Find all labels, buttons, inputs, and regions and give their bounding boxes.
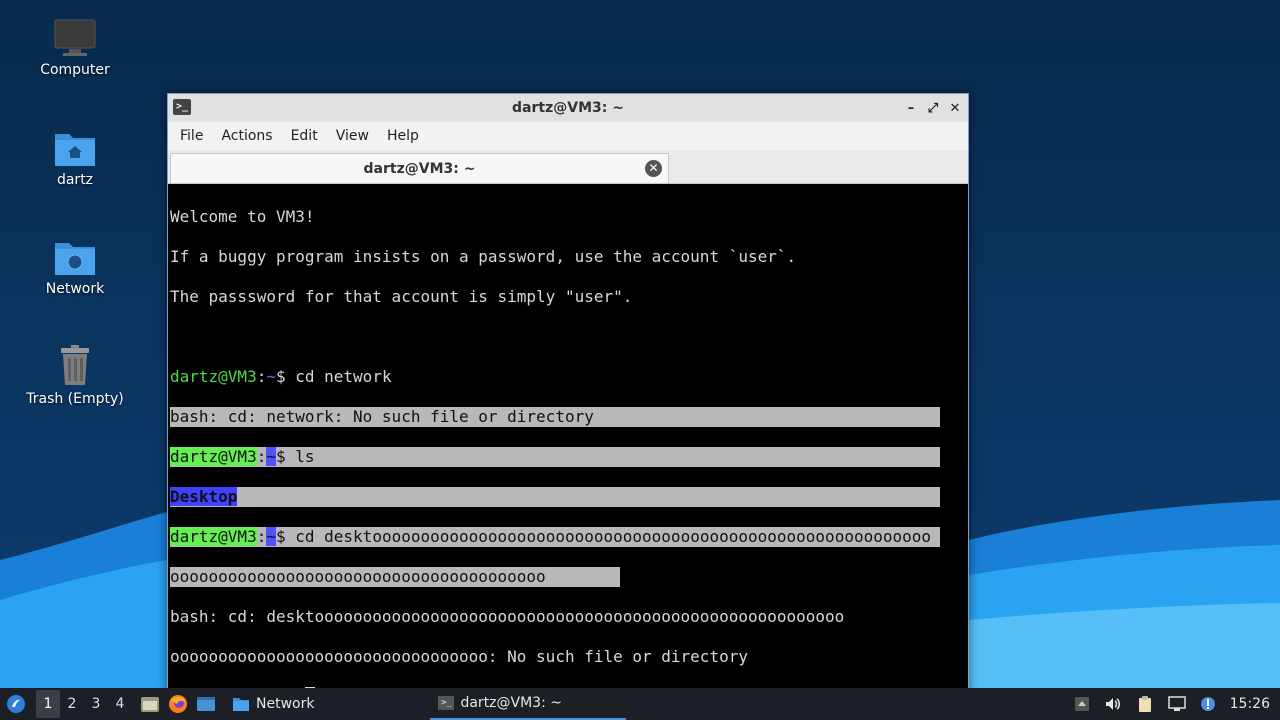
tab-bar: dartz@VM3: ~ ✕	[168, 150, 968, 184]
desktop-icon-label: Trash (Empty)	[26, 391, 124, 407]
show-desktop-icon[interactable]	[196, 695, 216, 713]
menu-view[interactable]: View	[328, 128, 377, 144]
window-controls: – ⤢ ✕	[904, 94, 962, 122]
menu-help[interactable]: Help	[379, 128, 427, 144]
terminal-line-selected: Desktop	[170, 487, 968, 507]
terminal-line-selected: dartz@VM3:~$ cd desktooooooooooooooooooo…	[170, 527, 968, 547]
tab-close-icon[interactable]: ✕	[645, 160, 662, 177]
terminal-window: >_ dartz@VM3: ~ – ⤢ ✕ File Actions Edit …	[167, 93, 969, 693]
terminal-app-icon[interactable]: >_	[173, 99, 191, 115]
tab-title: dartz@VM3: ~	[363, 160, 476, 177]
prompt-sep: :	[256, 447, 267, 466]
tray-arrow-icon[interactable]	[1074, 696, 1090, 712]
prompt-sep: :	[256, 367, 267, 386]
computer-icon	[54, 19, 96, 56]
terminal-line: dartz@VM3:~$ cd network	[170, 367, 968, 387]
clipboard-icon[interactable]	[1136, 695, 1154, 713]
desktop-icon-network[interactable]: Network	[10, 237, 140, 297]
start-menu-button[interactable]	[0, 688, 32, 720]
quick-launch	[132, 688, 216, 720]
window-title: dartz@VM3: ~	[512, 100, 624, 116]
command-text: ooooooooooooooooooooooooooooooooooooooo	[170, 567, 620, 587]
close-button[interactable]: ✕	[948, 101, 962, 116]
terminal-line: ooooooooooooooooooooooooooooooooo: No su…	[170, 647, 748, 666]
workspace-1[interactable]: 1	[36, 690, 60, 718]
terminal-output[interactable]: Welcome to VM3! If a buggy program insis…	[168, 185, 968, 693]
prompt-dollar: $	[275, 447, 296, 466]
desktop-icon-label: Network	[45, 281, 105, 297]
menu-actions[interactable]: Actions	[213, 128, 280, 144]
menu-bar: File Actions Edit View Help	[168, 122, 968, 150]
prompt-path: ~	[266, 527, 276, 546]
directory-entry: Desktop	[170, 487, 238, 506]
desktop-icon-label: Computer	[40, 62, 110, 78]
prompt-sep: :	[256, 527, 267, 546]
file-manager-icon[interactable]	[140, 695, 160, 713]
task-label: Network	[256, 696, 315, 712]
terminal-line-empty	[170, 327, 968, 347]
terminal-line: bash: cd: desktooooooooooooooooooooooooo…	[170, 607, 845, 626]
task-network[interactable]: Network	[224, 688, 322, 720]
firefox-icon[interactable]	[168, 694, 188, 714]
command-text: ls	[295, 447, 315, 466]
desktop-icon-home[interactable]: dartz	[10, 128, 140, 188]
trash-icon	[61, 345, 89, 385]
terminal-line-selected: dartz@VM3:~$ ls	[170, 447, 968, 467]
volume-icon[interactable]	[1104, 696, 1122, 712]
window-titlebar[interactable]: >_ dartz@VM3: ~ – ⤢ ✕	[168, 94, 968, 122]
prompt-path: ~	[266, 447, 276, 466]
error-text: bash: cd: network: No such file or direc…	[170, 407, 940, 427]
command-text: cd network	[295, 367, 392, 386]
terminal-tab[interactable]: dartz@VM3: ~ ✕	[170, 153, 669, 183]
menu-file[interactable]: File	[172, 128, 211, 144]
terminal-line-selected: bash: cd: network: No such file or direc…	[170, 407, 968, 427]
prompt-dollar: $	[275, 367, 296, 386]
prompt-user: dartz@VM3	[170, 527, 257, 546]
taskbar: 1 2 3 4 Network >_ dartz@VM3: ~ 15:26	[0, 688, 1280, 720]
task-terminal[interactable]: >_ dartz@VM3: ~	[430, 688, 627, 720]
workspace-switcher: 1 2 3 4	[32, 688, 132, 720]
network-status-icon[interactable]	[1167, 696, 1186, 712]
task-label: dartz@VM3: ~	[460, 695, 562, 711]
system-tray: 15:26	[1074, 688, 1280, 720]
clock[interactable]: 15:26	[1230, 696, 1270, 712]
terminal-line: The passsword for that account is simply…	[170, 287, 633, 306]
prompt-dollar: $	[275, 527, 296, 546]
maximize-button[interactable]: ⤢	[926, 101, 940, 116]
workspace-2[interactable]: 2	[60, 696, 84, 712]
start-menu-icon	[7, 695, 25, 713]
menu-edit[interactable]: Edit	[283, 128, 326, 144]
prompt-user: dartz@VM3	[170, 447, 257, 466]
command-text: cd desktoooooooooooooooooooooooooooooooo…	[295, 527, 932, 546]
desktop-icon-computer[interactable]: Computer	[10, 18, 140, 78]
network-folder-icon	[55, 243, 95, 275]
minimize-button[interactable]: –	[904, 101, 918, 116]
prompt-path: ~	[266, 367, 276, 386]
terminal-line: Welcome to VM3!	[170, 207, 315, 226]
home-folder-icon	[55, 134, 95, 166]
terminal-line: If a buggy program insists on a password…	[170, 247, 797, 266]
terminal-line-selected: ooooooooooooooooooooooooooooooooooooooo	[170, 567, 968, 587]
desktop-icon-trash[interactable]: Trash (Empty)	[10, 345, 140, 407]
terminal-icon: >_	[438, 696, 455, 710]
folder-icon	[233, 698, 249, 711]
workspace-3[interactable]: 3	[84, 696, 108, 712]
prompt-user: dartz@VM3	[170, 367, 257, 386]
desktop-icon-label: dartz	[56, 172, 94, 188]
notification-icon[interactable]	[1200, 696, 1216, 712]
workspace-4[interactable]: 4	[108, 696, 132, 712]
